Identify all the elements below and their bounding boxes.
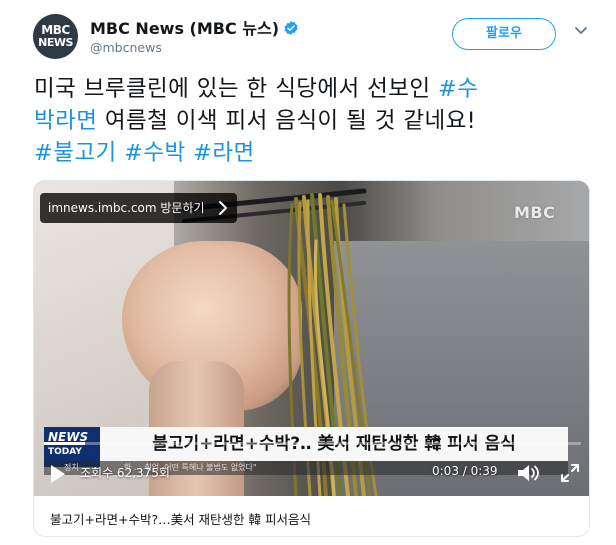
tweet-line: #불고기 #수박 #라면 [34,137,594,169]
video-player[interactable]: MBC imnews.imbc.com 방문하기 NEWS TODAY 불고기+… [34,181,589,496]
avatar[interactable]: MBC NEWS [33,14,78,59]
view-count: 조회수 62,375회 [80,466,170,480]
hashtag-link[interactable]: #불고기 [34,140,117,166]
account-name-text: MBC News (MBC 뉴스) [90,19,280,38]
tweet-text-segment: 여름철 이색 피서 음식이 될 것 같네요! [97,108,477,134]
visit-site-link[interactable]: imnews.imbc.com 방문하기 [40,193,237,223]
chevron-down-icon[interactable] [574,26,588,36]
verified-badge-icon [284,21,298,35]
follow-button[interactable]: 팔로우 [452,18,556,50]
mbc-watermark: MBC [514,203,556,222]
chevron-right-icon [218,201,227,215]
tweet-line: 박라면 여름철 이색 피서 음식이 될 것 같네요! [34,105,594,137]
avatar-text-line2: NEWS [38,36,73,49]
play-icon[interactable] [46,463,68,485]
hashtag-link[interactable]: 박라면 [34,108,97,134]
visit-site-label: imnews.imbc.com 방문하기 [48,201,205,215]
volume-icon[interactable] [516,462,542,484]
account-handle[interactable]: @mbcnews [90,40,162,55]
news-badge-line2: TODAY [48,447,82,457]
card-title[interactable]: 불고기+라면+수박?…美서 재탄생한 韓 피서음식 [50,509,311,528]
hashtag-link[interactable]: #수 [438,76,478,102]
tweet-text: 미국 브루클린에 있는 한 식당에서 선보인 #수 박라면 여름철 이색 피서 … [34,73,594,169]
avatar-text-line1: MBC [41,23,70,37]
hashtag-link[interactable]: #라면 [193,140,254,166]
video-card[interactable]: MBC imnews.imbc.com 방문하기 NEWS TODAY 불고기+… [33,180,590,537]
video-time: 0:03 / 0:39 [432,464,498,478]
tweet-text-segment: 미국 브루클린에 있는 한 식당에서 선보인 [34,76,439,102]
tweet-text-segment [117,140,125,166]
account-name[interactable]: MBC News (MBC 뉴스) [90,15,299,39]
video-progress-fill [44,442,86,445]
fullscreen-icon[interactable] [559,462,581,484]
hashtag-link[interactable]: #수박 [124,140,185,166]
tweet-text-segment [186,140,194,166]
tweet-line: 미국 브루클린에 있는 한 식당에서 선보인 #수 [34,73,594,105]
video-progress-bar[interactable] [44,442,581,445]
